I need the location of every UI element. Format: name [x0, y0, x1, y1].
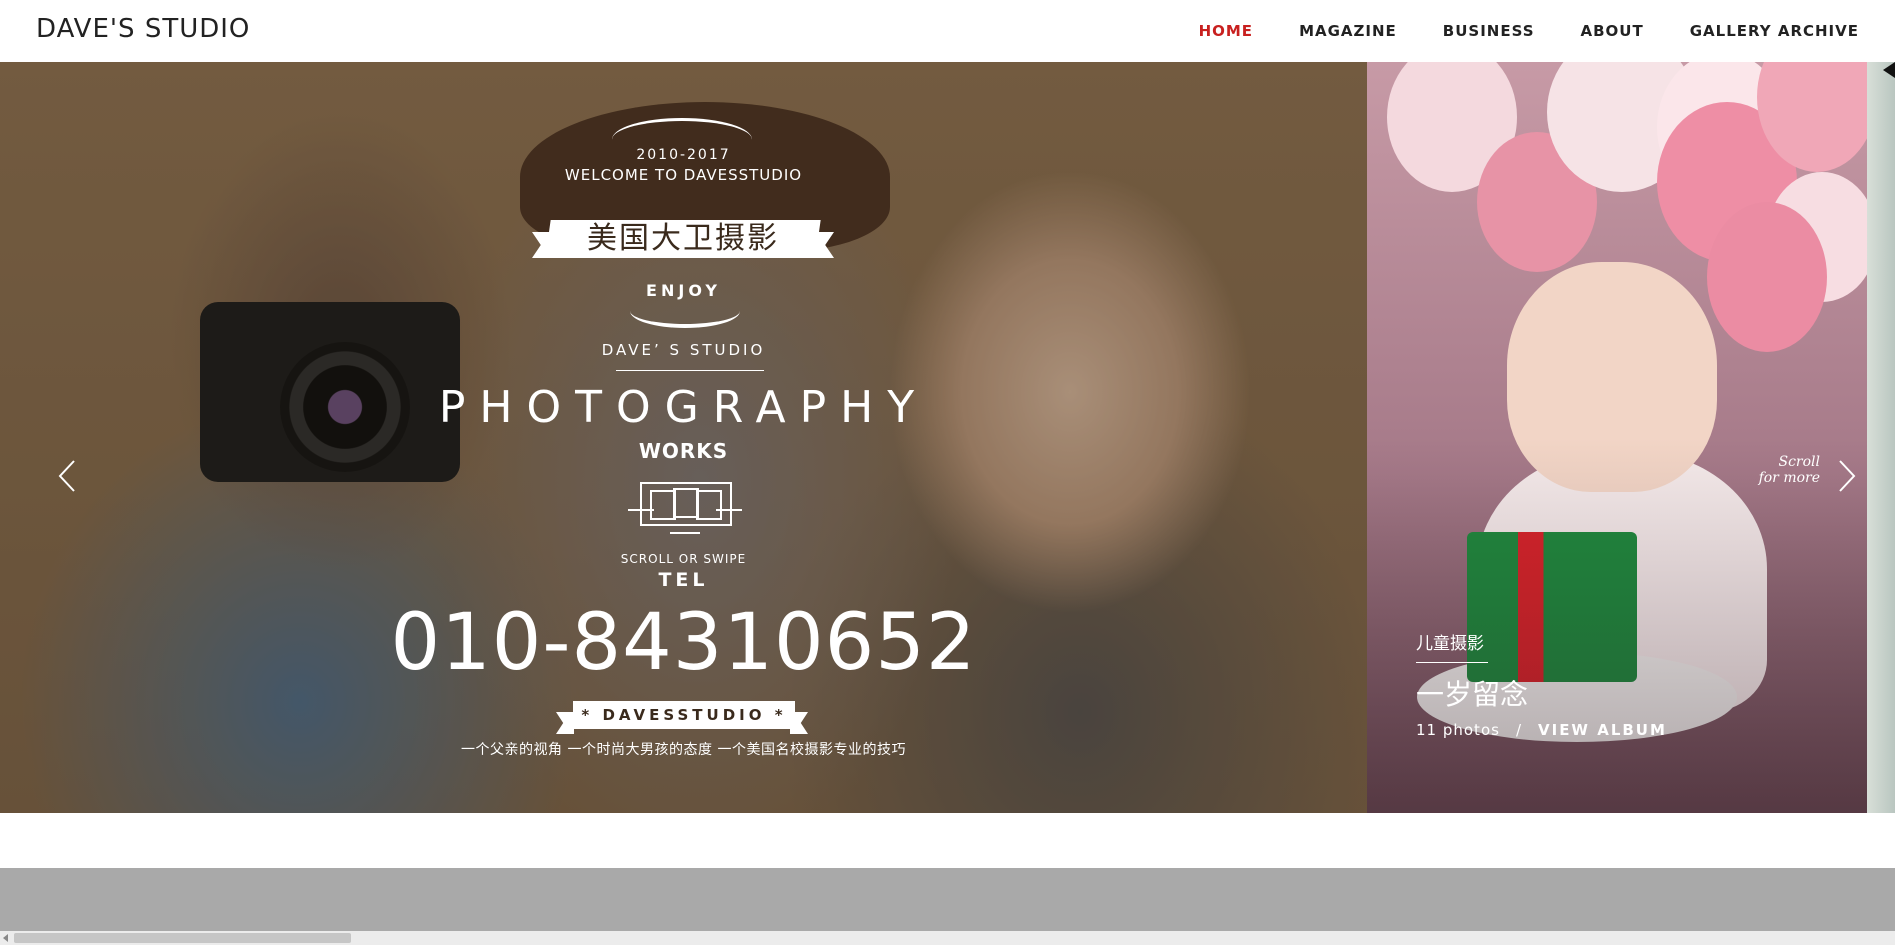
album-divider — [1416, 662, 1488, 663]
album-category[interactable]: 儿童摄影 — [1416, 629, 1667, 654]
content-placeholder-band — [0, 868, 1895, 931]
scroll-hint-line-1: Scroll — [1778, 454, 1820, 470]
nav-home[interactable]: HOME — [1199, 22, 1253, 40]
brand-ribbon-tail-left — [556, 712, 574, 734]
nav-about[interactable]: ABOUT — [1581, 22, 1644, 40]
tel-label: TEL — [658, 569, 709, 591]
works-text: WORKS — [638, 439, 729, 463]
years-text: 2010-2017 — [636, 147, 731, 163]
chevron-right-icon[interactable] — [1832, 458, 1860, 494]
next-slide-edge — [1867, 62, 1895, 813]
scroll-for-more-hint: Scroll for more — [1740, 454, 1820, 486]
monitor-stand — [670, 526, 700, 534]
album-photo-count: 11 photos — [1416, 721, 1500, 739]
nav-business[interactable]: BUSINESS — [1443, 22, 1535, 40]
hero-text-block: 2010-2017 WELCOME TO DAVESSTUDIO 美国大卫摄影 … — [0, 62, 1367, 813]
hero-slider[interactable]: 2010-2017 WELCOME TO DAVESSTUDIO 美国大卫摄影 … — [0, 62, 1895, 813]
swipe-arrow-right — [716, 509, 742, 511]
nav-magazine[interactable]: MAGAZINE — [1299, 22, 1397, 40]
scroll-left-icon[interactable] — [3, 934, 8, 942]
scroll-hint-line-2: for more — [1758, 470, 1820, 486]
horizontal-scrollbar[interactable] — [0, 931, 1895, 945]
album-caption: 儿童摄影 一岁留念 11 photos / VIEW ALBUM — [1416, 629, 1667, 739]
divider — [616, 370, 764, 371]
nav-gallery-archive[interactable]: GALLERY ARCHIVE — [1690, 22, 1859, 40]
brand-ribbon: * DAVESSTUDIO * — [573, 701, 795, 729]
album-meta: 11 photos / VIEW ALBUM — [1416, 721, 1667, 739]
family-photo-slide: 2010-2017 WELCOME TO DAVESSTUDIO 美国大卫摄影 … — [0, 62, 1367, 813]
chinese-title: 美国大卫摄影 — [587, 221, 779, 256]
monitor-middle-panel — [673, 488, 699, 518]
view-album-link[interactable]: VIEW ALBUM — [1538, 721, 1667, 739]
chevron-left-icon[interactable] — [54, 458, 82, 494]
scrollbar-thumb[interactable] — [14, 933, 351, 943]
album-title[interactable]: 一岁留念 — [1416, 673, 1667, 713]
scroll-swipe-text: SCROLL OR SWIPE — [620, 552, 747, 566]
album-meta-separator: / — [1515, 721, 1522, 739]
photography-text: PHOTOGRAPHY — [438, 382, 929, 433]
site-logo[interactable]: DAVE'S STUDIO — [36, 14, 250, 44]
welcome-text: WELCOME TO DAVESSTUDIO — [564, 166, 803, 184]
slogan-text: 一个父亲的视角 一个时尚大男孩的态度 一个美国名校摄影专业的技巧 — [461, 742, 906, 758]
chinese-title-ribbon: 美国大卫摄影 — [545, 220, 821, 258]
dave-studio-text: DAVE’ S STUDIO — [601, 341, 766, 359]
site-header: DAVE'S STUDIO HOME MAGAZINE BUSINESS ABO… — [0, 0, 1895, 62]
phone-number: 010-84310652 — [390, 598, 977, 688]
smile-arc-decoration — [630, 294, 740, 328]
caret-left-icon[interactable] — [1883, 62, 1895, 78]
main-nav: HOME MAGAZINE BUSINESS ABOUT GALLERY ARC… — [1153, 0, 1859, 62]
